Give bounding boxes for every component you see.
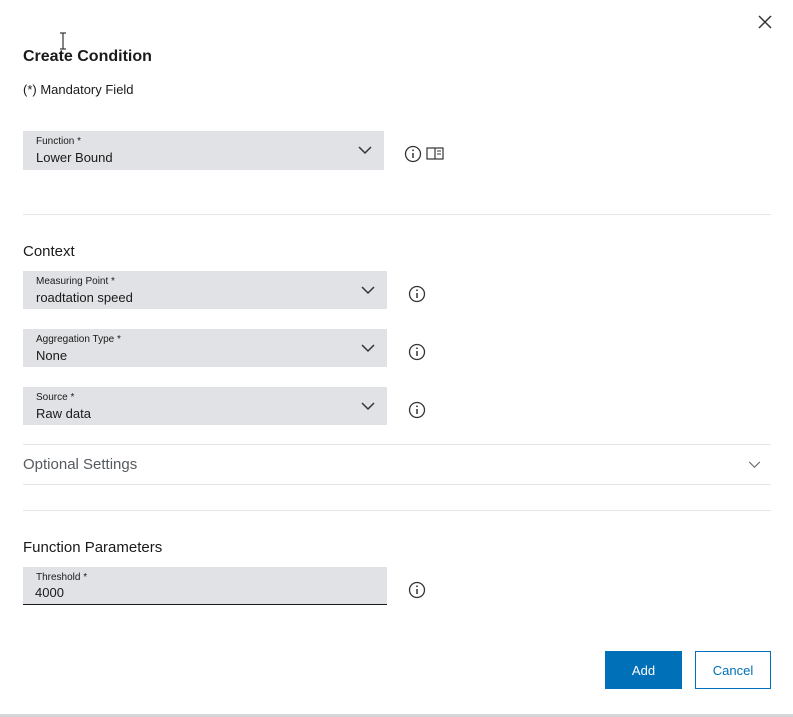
- info-icon: [408, 401, 426, 419]
- aggregation-type-value: None: [36, 348, 68, 363]
- context-section-title: Context: [23, 243, 75, 260]
- function-select[interactable]: Function * Lower Bound: [23, 131, 384, 170]
- source-value: Raw data: [36, 406, 91, 421]
- threshold-info-button[interactable]: [408, 581, 426, 599]
- cancel-button[interactable]: Cancel: [695, 651, 771, 689]
- mandatory-note: (*) Mandatory Field: [23, 82, 134, 97]
- chevron-down-icon: [361, 402, 375, 411]
- function-info-button[interactable]: [404, 145, 422, 163]
- close-icon: [758, 15, 772, 29]
- dialog-title: Create Condition: [23, 48, 152, 65]
- function-docs-button[interactable]: [426, 145, 444, 163]
- info-icon: [408, 581, 426, 599]
- info-icon: [404, 145, 422, 163]
- info-icon: [408, 285, 426, 303]
- function-value: Lower Bound: [36, 150, 113, 165]
- source-info-button[interactable]: [408, 401, 426, 419]
- threshold-label: Threshold *: [36, 572, 88, 583]
- function-parameters-title: Function Parameters: [23, 539, 163, 556]
- divider: [23, 484, 771, 485]
- book-icon: [426, 147, 444, 160]
- divider: [23, 510, 771, 511]
- threshold-input[interactable]: [35, 585, 365, 600]
- chevron-down-icon: [361, 344, 375, 353]
- source-select[interactable]: Source * Raw data: [23, 387, 387, 425]
- info-icon: [408, 343, 426, 361]
- create-condition-dialog: Create Condition (*) Mandatory Field Fun…: [0, 0, 793, 717]
- function-label: Function *: [36, 136, 82, 147]
- source-label: Source *: [36, 392, 75, 403]
- measuring-point-value: roadtation speed: [36, 290, 133, 305]
- chevron-down-icon: [748, 461, 761, 469]
- aggregation-type-select[interactable]: Aggregation Type * None: [23, 329, 387, 367]
- close-button[interactable]: [755, 12, 775, 32]
- measuring-point-label: Measuring Point *: [36, 276, 115, 287]
- chevron-down-icon: [358, 146, 372, 155]
- measuring-point-select[interactable]: Measuring Point * roadtation speed: [23, 271, 387, 309]
- chevron-down-icon: [361, 286, 375, 295]
- add-button[interactable]: Add: [605, 651, 682, 689]
- measuring-point-info-button[interactable]: [408, 285, 426, 303]
- optional-settings-toggle[interactable]: Optional Settings: [23, 445, 771, 484]
- optional-settings-label: Optional Settings: [23, 456, 138, 473]
- divider: [23, 214, 771, 215]
- aggregation-type-info-button[interactable]: [408, 343, 426, 361]
- threshold-field[interactable]: Threshold *: [23, 567, 387, 605]
- aggregation-type-label: Aggregation Type *: [36, 334, 121, 345]
